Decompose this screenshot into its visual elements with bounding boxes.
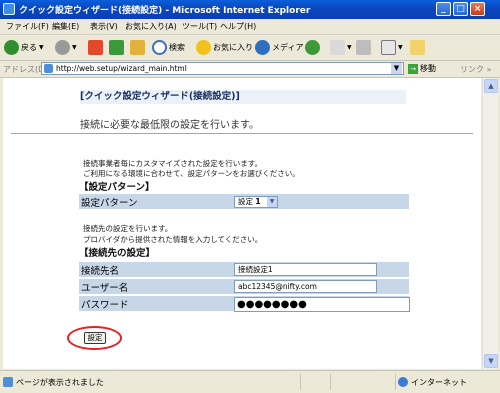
page-title: [クイック設定ウィザード(接続設定)] <box>80 90 406 104</box>
chevron-down-icon: ▼ <box>347 43 352 51</box>
vertical-scrollbar[interactable]: ▲ ▼ <box>482 78 498 369</box>
word-icon <box>381 39 396 55</box>
print-icon <box>356 39 371 55</box>
search-label: 検索 <box>169 42 185 52</box>
divider <box>11 133 473 134</box>
star-icon <box>196 39 211 55</box>
back-label: 戻る <box>21 42 37 52</box>
minimize-button[interactable]: _ <box>436 2 451 16</box>
connection-name-row: 接続先名 接続設定1 <box>79 262 409 277</box>
connection-description-1: 接続先の設定を行います。 <box>83 224 173 233</box>
toolbar: 戻る ▼ ▼ 検索 お気に入り メディア ▼ ▼ <box>0 35 500 61</box>
pattern-description-2: ご利用になる環境に合わせて、設定パターンをお選びください。 <box>83 169 300 178</box>
page-done-icon <box>3 377 13 387</box>
globe-icon <box>398 377 408 387</box>
favorites-button[interactable]: お気に入り <box>196 39 253 55</box>
refresh-icon <box>109 39 124 55</box>
menu-edit[interactable]: 編集(E) <box>52 21 79 32</box>
home-button[interactable] <box>130 39 147 55</box>
pattern-select-prefix: 設定 <box>238 197 253 206</box>
username-label: ユーザー名 <box>81 283 129 294</box>
page-subtitle: 接続に必要な最低限の設定を行います。 <box>80 120 259 131</box>
print-button[interactable] <box>356 39 373 55</box>
menu-bar: ファイル(F) 編集(E) 表示(V) お気に入り(A) ツール(T) ヘルプ(… <box>0 19 500 35</box>
username-row: ユーザー名 abc12345@nifty.com <box>79 279 409 294</box>
stop-icon <box>88 39 103 55</box>
go-label: 移動 <box>420 64 436 73</box>
menu-favorites[interactable]: お気に入り(A) <box>125 21 177 32</box>
refresh-button[interactable] <box>109 39 126 55</box>
mail-icon <box>330 39 345 55</box>
address-url: http://web.setup/wizard_main.html <box>56 64 187 73</box>
media-label: メディア <box>272 42 304 52</box>
chevron-down-icon[interactable]: ▼ <box>391 63 402 74</box>
security-zone: インターネット <box>398 377 467 388</box>
messenger-button[interactable] <box>410 39 427 55</box>
back-button[interactable]: 戻る ▼ <box>4 39 44 55</box>
maximize-button[interactable]: □ <box>453 2 468 16</box>
connection-heading: 【接続先の設定】 <box>79 248 156 259</box>
pattern-select-number: 1 <box>255 197 261 206</box>
scroll-up-icon[interactable]: ▲ <box>484 79 498 93</box>
close-button[interactable]: × <box>470 2 485 16</box>
chevron-down-icon: ▼ <box>398 43 403 51</box>
zone-label: インターネット <box>411 378 467 387</box>
menu-tools[interactable]: ツール(T) <box>182 21 217 32</box>
status-separator <box>300 374 301 390</box>
pattern-select[interactable]: 設定 1 ▼ <box>234 196 278 208</box>
back-arrow-icon <box>4 39 19 55</box>
address-bar: アドレス(D) http://web.setup/wizard_main.htm… <box>0 61 500 78</box>
chevron-down-icon[interactable]: ▼ <box>267 197 277 207</box>
page-content: [クイック設定ウィザード(接続設定)] 接続に必要な最低限の設定を行います。 接… <box>3 78 481 369</box>
password-input[interactable]: ●●●●●●●● <box>234 297 410 312</box>
media-icon <box>255 39 270 55</box>
go-button[interactable]: → 移動 <box>408 63 436 74</box>
pattern-heading: 【設定パターン】 <box>79 182 155 193</box>
pattern-row: 設定パターン 設定 1 ▼ <box>79 194 409 209</box>
connection-description-2: プロバイダから提供された情報を入力してください。 <box>83 235 263 244</box>
page-icon <box>44 64 53 73</box>
go-arrow-icon: → <box>408 64 418 74</box>
messenger-icon <box>410 39 425 55</box>
menu-help[interactable]: ヘルプ(H) <box>220 21 256 32</box>
media-button[interactable]: メディア <box>255 39 303 55</box>
history-icon <box>305 39 320 55</box>
edit-button[interactable]: ▼ <box>381 39 403 55</box>
favorites-label: お気に入り <box>213 42 253 52</box>
connection-name-input[interactable]: 接続設定1 <box>234 263 377 276</box>
links-button[interactable]: リンク » <box>460 64 491 75</box>
menu-view[interactable]: 表示(V) <box>90 21 118 32</box>
status-text: ページが表示されました <box>16 378 104 387</box>
scroll-down-icon[interactable]: ▼ <box>484 354 498 368</box>
chevron-down-icon: ▼ <box>72 43 77 51</box>
username-input[interactable]: abc12345@nifty.com <box>234 280 377 293</box>
password-label: パスワード <box>81 300 129 311</box>
password-row: パスワード ●●●●●●●● <box>79 296 410 312</box>
history-button[interactable] <box>305 39 322 55</box>
stop-button[interactable] <box>88 39 105 55</box>
forward-arrow-icon <box>55 39 70 55</box>
menu-file[interactable]: ファイル(F) <box>6 21 49 32</box>
highlight-circle <box>67 326 122 350</box>
status-separator <box>395 374 396 390</box>
status-separator <box>330 374 331 390</box>
forward-button[interactable]: ▼ <box>55 39 77 55</box>
home-icon <box>130 39 145 55</box>
pattern-label: 設定パターン <box>81 198 138 209</box>
search-button[interactable]: 検索 <box>152 39 185 55</box>
ie-app-icon <box>3 3 15 15</box>
chevron-down-icon: ▼ <box>39 43 44 51</box>
status-bar: ページが表示されました インターネット <box>0 370 500 393</box>
title-bar: クイック設定ウィザード(接続設定) - Microsoft Internet E… <box>0 0 500 19</box>
address-input[interactable]: http://web.setup/wizard_main.html ▼ <box>41 62 404 75</box>
search-icon <box>152 39 167 55</box>
window-title: クイック設定ウィザード(接続設定) - Microsoft Internet E… <box>19 6 311 16</box>
connection-name-label: 接続先名 <box>81 266 120 277</box>
mail-button[interactable]: ▼ <box>330 39 352 55</box>
